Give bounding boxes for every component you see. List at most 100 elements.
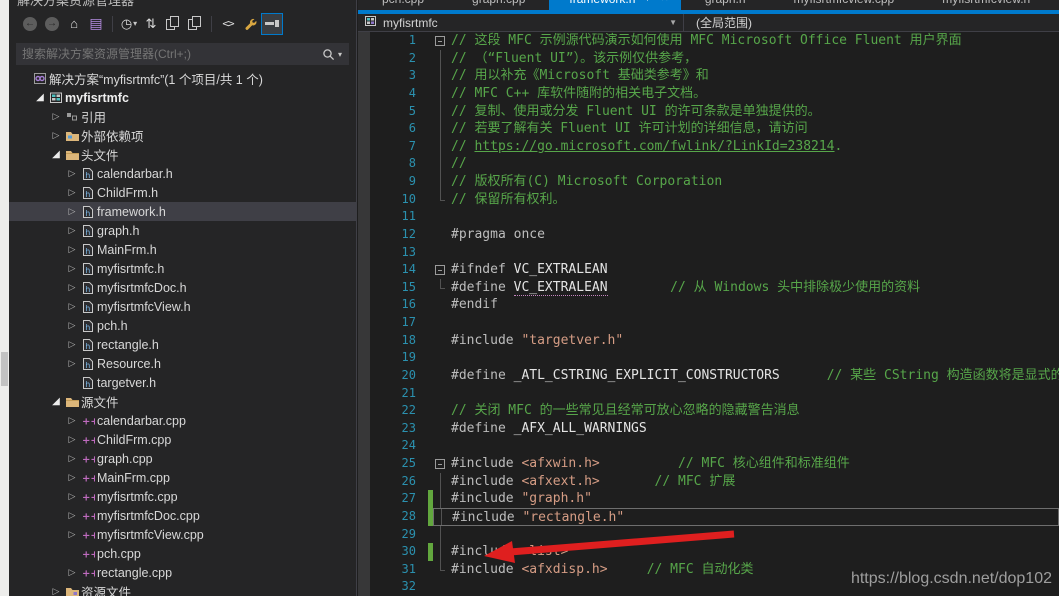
nest-files-icon[interactable] <box>162 13 184 35</box>
code-editor[interactable]: 1 // 这段 MFC 示例源代码演示如何使用 MFC Microsoft Off… <box>358 32 1059 596</box>
tree-expand-arrow[interactable]: ▷ <box>65 282 79 293</box>
line-body[interactable]: // 关闭 MFC 的一些常见且经常可放心忽略的隐藏警告消息 <box>433 402 1059 420</box>
tree-item--myfisrtmfc-1-1-[interactable]: 解决方案“myfisrtmfc”(1 个项目/共 1 个) <box>9 69 356 88</box>
code-line-20[interactable]: 20 #define _ATL_CSTRING_EXPLICIT_CONSTRUC… <box>358 366 1059 385</box>
line-body[interactable]: // 版权所有(C) Microsoft Corporation <box>433 173 1059 191</box>
tree-item-rectangle.cpp[interactable]: ▷++rectangle.cpp <box>9 563 356 582</box>
tree-expand-arrow[interactable]: ▷ <box>49 586 63 596</box>
code-line-6[interactable]: 6 // 若要了解有关 Fluent UI 许可计划的详细信息，请访问 <box>358 120 1059 138</box>
code-text[interactable]: // 复制、使用或分发 Fluent UI 的许可条款是单独提供的。 <box>451 103 821 121</box>
code-text[interactable] <box>451 437 459 455</box>
code-line-21[interactable]: 21 <box>358 384 1059 403</box>
code-line-15[interactable]: 15 #define VC_EXTRALEAN // 从 Windows 头中排除… <box>358 278 1059 297</box>
line-body[interactable]: #include <afxwin.h> // MFC 核心组件和标准组件 <box>433 455 1059 473</box>
tree-item-targetver.h[interactable]: h targetver.h <box>9 373 356 392</box>
line-body[interactable]: #include <afxext.h> // MFC 扩展 <box>433 472 1059 491</box>
pending-changes-icon[interactable]: ◷ ▾ <box>118 13 140 35</box>
code-text[interactable]: #include <list> <box>451 543 568 561</box>
code-line-14[interactable]: 14 #ifndef VC_EXTRALEAN <box>358 261 1059 279</box>
code-text[interactable]: #define _ATL_CSTRING_EXPLICIT_CONSTRUCTO… <box>451 367 1059 385</box>
glyph-margin[interactable] <box>358 261 370 279</box>
tree-item-myfisrtmfc[interactable]: ◢ myfisrtmfc <box>9 88 356 107</box>
fold-collapse-icon[interactable] <box>433 261 451 279</box>
home-icon[interactable]: ⌂ <box>63 13 85 35</box>
code-text[interactable]: #define VC_EXTRALEAN // 从 Windows 头中排除极少… <box>451 279 920 297</box>
line-body[interactable]: // （“Fluent UI”）。该示例仅供参考， <box>433 49 1059 68</box>
glyph-margin[interactable] <box>358 120 370 138</box>
code-line-7[interactable]: 7 // https://go.microsoft.com/fwlink/?Lin… <box>358 137 1059 156</box>
tree-item-calendarbar.cpp[interactable]: ▷++calendarbar.cpp <box>9 411 356 430</box>
code-text[interactable]: // （“Fluent UI”）。该示例仅供参考， <box>451 50 697 68</box>
glyph-margin[interactable] <box>358 560 370 579</box>
code-text[interactable] <box>451 578 459 596</box>
close-icon[interactable]: ✕ <box>340 0 350 3</box>
code-line-8[interactable]: 8 // <box>358 155 1059 173</box>
glyph-margin[interactable] <box>358 402 370 420</box>
current-line-highlight[interactable]: #include "rectangle.h" <box>433 507 1059 526</box>
line-body[interactable]: // 用以补充《Microsoft 基础类参考》和 <box>433 67 1059 85</box>
code-line-19[interactable]: 19 <box>358 349 1059 367</box>
tab-myfisrtmfcview.cpp[interactable]: myfisrtmfcview.cpp <box>770 0 919 10</box>
tree-expand-arrow[interactable]: ▷ <box>65 529 79 540</box>
code-line-17[interactable]: 17 <box>358 314 1059 332</box>
code-text[interactable] <box>451 526 459 544</box>
tree-expand-arrow[interactable]: ▷ <box>65 510 79 521</box>
properties-icon[interactable] <box>239 13 261 35</box>
glyph-margin[interactable] <box>358 578 370 596</box>
tab-graph.cpp[interactable]: graph.cpp <box>448 0 549 10</box>
glyph-margin[interactable] <box>358 225 370 244</box>
code-text[interactable] <box>451 385 459 403</box>
line-body[interactable]: // 复制、使用或分发 Fluent UI 的许可条款是单独提供的。 <box>433 102 1059 121</box>
code-text[interactable]: // 若要了解有关 Fluent UI 许可计划的详细信息，请访问 <box>451 120 808 138</box>
back-icon[interactable]: ← <box>19 13 41 35</box>
tree-item-calendarbar.h[interactable]: ▷ h calendarbar.h <box>9 164 356 183</box>
tree-item-myfisrtmfcdoc.h[interactable]: ▷ h myfisrtmfcDoc.h <box>9 278 356 297</box>
code-line-23[interactable]: 23 #define _AFX_ALL_WARNINGS <box>358 419 1059 438</box>
code-line-26[interactable]: 26 #include <afxext.h> // MFC 扩展 <box>358 472 1059 491</box>
code-line-27[interactable]: 27 #include "graph.h" <box>358 490 1059 508</box>
tree-item-myfisrtmfc.h[interactable]: ▷ h myfisrtmfc.h <box>9 259 356 278</box>
tab-myfisrtmfcview.h[interactable]: myfisrtmfcview.h <box>918 0 1054 10</box>
tab-graph.h[interactable]: graph.h <box>681 0 770 10</box>
search-input[interactable] <box>16 47 322 61</box>
tree-item--[interactable]: ▷ 资源文件 <box>9 582 356 596</box>
sync-with-active-document-icon[interactable]: ⇅ <box>140 13 162 35</box>
code-line-29[interactable]: 29 <box>358 525 1059 544</box>
code-text[interactable]: #define _AFX_ALL_WARNINGS <box>451 420 647 438</box>
code-line-9[interactable]: 9 // 版权所有(C) Microsoft Corporation <box>358 173 1059 191</box>
tree-item-pch.h[interactable]: ▷ h pch.h <box>9 316 356 335</box>
line-body[interactable]: // https://go.microsoft.com/fwlink/?Link… <box>433 137 1059 156</box>
chevron-down-icon[interactable]: ▾ <box>303 0 309 3</box>
line-body[interactable] <box>433 385 1059 403</box>
tree-item-myfisrtmfc.cpp[interactable]: ▷++myfisrtmfc.cpp <box>9 487 356 506</box>
chevron-down-icon[interactable]: ▾ <box>338 50 342 59</box>
tree-item-graph.h[interactable]: ▷ h graph.h <box>9 221 356 240</box>
code-text[interactable]: #include <afxwin.h> // MFC 核心组件和标准组件 <box>451 455 850 473</box>
code-text[interactable]: #include <afxext.h> // MFC 扩展 <box>451 473 735 491</box>
pin-icon[interactable]: ⊤ <box>319 0 329 3</box>
tree-item--[interactable]: ◢ 头文件 <box>9 145 356 164</box>
code-line-11[interactable]: 11 <box>358 208 1059 226</box>
code-line-30[interactable]: 30 #include <list> <box>358 543 1059 561</box>
tree-item-childfrm.cpp[interactable]: ▷++ChildFrm.cpp <box>9 430 356 449</box>
glyph-margin[interactable] <box>358 384 370 403</box>
glyph-margin[interactable] <box>358 173 370 191</box>
glyph-margin[interactable] <box>358 102 370 121</box>
glyph-margin[interactable] <box>358 296 370 314</box>
line-body[interactable]: #define VC_EXTRALEAN // 从 Windows 头中排除极少… <box>433 278 1059 297</box>
tree-expand-arrow[interactable]: ▷ <box>65 491 79 502</box>
line-body[interactable]: #include <list> <box>433 543 1059 561</box>
glyph-margin[interactable] <box>358 84 370 103</box>
tree-expand-arrow[interactable]: ▷ <box>65 301 79 312</box>
tree-expand-arrow[interactable]: ▷ <box>65 263 79 274</box>
search-icon[interactable]: ▾ <box>322 48 349 61</box>
line-body[interactable]: // 若要了解有关 Fluent UI 许可计划的详细信息，请访问 <box>433 120 1059 138</box>
tree-item-resource.h[interactable]: ▷ h Resource.h <box>9 354 356 373</box>
tree-expand-arrow[interactable]: ▷ <box>65 225 79 236</box>
line-body[interactable]: #endif <box>433 296 1059 314</box>
code-line-2[interactable]: 2 // （“Fluent UI”）。该示例仅供参考， <box>358 49 1059 68</box>
tree-expand-arrow[interactable]: ▷ <box>49 130 63 141</box>
glyph-margin[interactable] <box>358 67 370 85</box>
code-text[interactable] <box>451 314 459 332</box>
glyph-margin[interactable] <box>358 490 370 508</box>
